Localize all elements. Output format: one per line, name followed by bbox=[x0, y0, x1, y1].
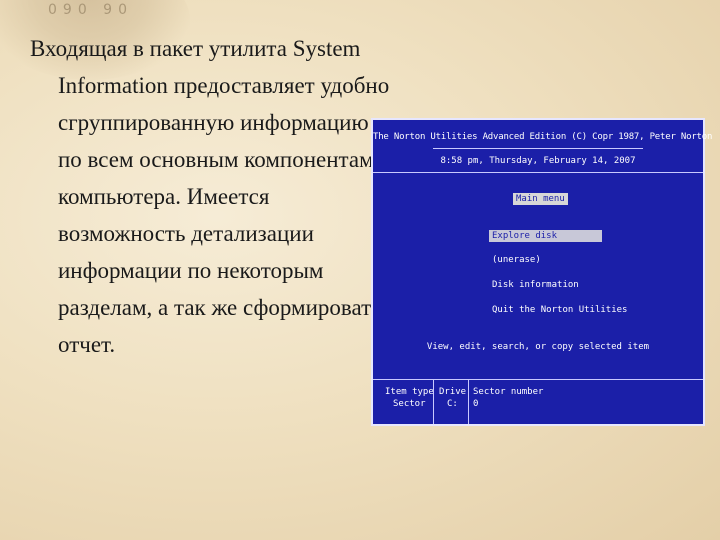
menu-item-explore-disk[interactable]: Explore disk bbox=[489, 230, 602, 242]
drive-label: Drive bbox=[439, 387, 467, 397]
item-type-value: Sector bbox=[393, 399, 426, 409]
item-type-label: Item type bbox=[385, 387, 434, 397]
sector-number-value: 0 bbox=[473, 399, 479, 409]
footer-divider bbox=[468, 380, 469, 424]
footer-divider bbox=[433, 380, 434, 424]
title-divider bbox=[433, 148, 643, 149]
drive-value: C: bbox=[447, 399, 458, 409]
screen-title: The Norton Utilities Advanced Edition (C… bbox=[373, 132, 713, 142]
menu-item-disk-information[interactable]: Disk information bbox=[489, 279, 602, 291]
screen-footer: Item type Sector Drive C: Sector number … bbox=[373, 379, 703, 424]
compass-markings: 090 90 bbox=[48, 2, 133, 18]
menu-item-quit[interactable]: Quit the Norton Utilities bbox=[489, 304, 627, 316]
screen-header: The Norton Utilities Advanced Edition (C… bbox=[373, 120, 713, 173]
slide-body-text: Входящая в пакет утилита System Informat… bbox=[30, 36, 390, 357]
sector-number-label: Sector number bbox=[473, 387, 544, 397]
norton-utilities-screenshot: The Norton Utilities Advanced Edition (C… bbox=[371, 118, 713, 426]
main-menu-title: Main menu bbox=[513, 193, 568, 205]
screen-datetime: 8:58 pm, Thursday, February 14, 2007 bbox=[440, 156, 636, 166]
menu-item-unerase[interactable]: (unerase) bbox=[489, 254, 602, 266]
menu-hint: View, edit, search, or copy selected ite… bbox=[426, 342, 650, 352]
